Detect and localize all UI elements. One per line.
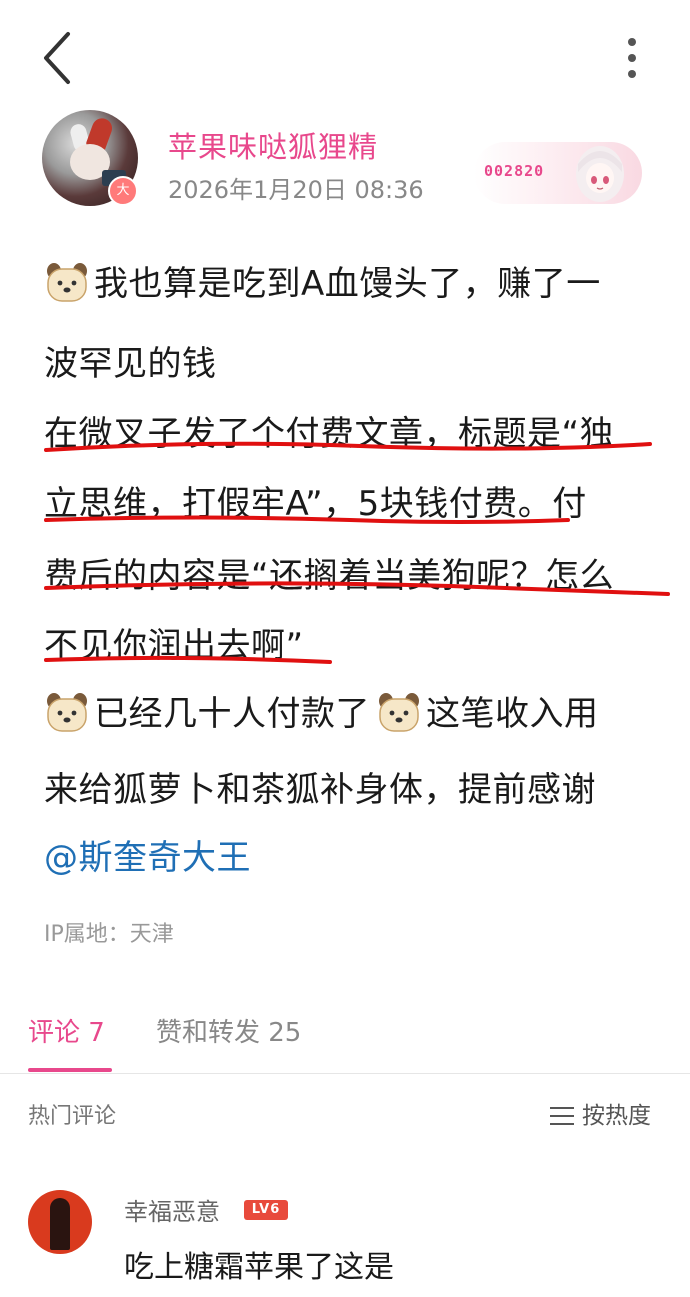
post-line-8: 来给狐萝卜和茶狐补身体，提前感谢 [44,770,596,810]
ip-location: IP属地：天津 [44,922,174,947]
post-line-5: 费后的内容是“还搁着当美狗呢？怎么 [44,556,615,596]
post-text: 这笔收入用 [426,694,599,734]
more-options-button[interactable] [612,30,652,86]
hot-comments-label: 热门评论 [28,1104,117,1129]
more-vertical-icon-dot [628,54,636,62]
active-tab-indicator [28,1068,112,1072]
commenter-name[interactable]: 幸福恶意 [124,1192,220,1227]
post-line-6: 不见你润出去啊” [44,626,304,666]
post-line-2: 波罕见的钱 [44,344,217,384]
more-vertical-icon [628,38,636,46]
top-bar [0,0,690,110]
comment-text: 吃上糖霜苹果了这是 [124,1250,394,1285]
divider [0,1073,690,1074]
post-line-3: 在微叉子发了个付费文章，标题是“独 [44,414,615,454]
post-text: 已经几十人付款了 [94,694,370,734]
dog-face-emoji-icon [47,693,87,732]
sort-by-hot-button[interactable]: 按热度 [550,1096,651,1130]
post-line-1: 我也算是吃到A血馒头了，赚了一 [44,256,601,305]
post-line-7: 已经几十人付款了 这笔收入用 [44,686,599,735]
dog-face-emoji-icon [47,263,87,302]
commenter-avatar[interactable] [28,1190,92,1254]
post-time: 2026年1月20日 08:36 [168,176,424,204]
sort-icon [550,1107,574,1125]
fan-badge[interactable]: 002820 [474,142,642,204]
anime-girl-icon [576,146,624,202]
chevron-left-icon [44,32,70,84]
more-vertical-icon-dot [628,70,636,78]
dog-face-emoji-icon [379,693,419,732]
post-tabs: 评论 7 赞和转发 25 [0,1000,690,1074]
fan-badge-number: 002820 [484,162,545,180]
sort-label: 按热度 [582,1103,651,1129]
user-level-badge: LV6 [244,1200,288,1220]
mention-link[interactable]: @斯奎奇大王 [44,830,251,879]
post-text: 我也算是吃到A血馒头了，赚了一 [94,264,601,304]
comment-item: 幸福恶意 LV6 吃上糖霜苹果了这是 [0,1180,690,1297]
tab-likes-reposts[interactable]: 赞和转发 25 [156,1012,301,1049]
author-name[interactable]: 苹果味哒狐狸精 [168,124,378,166]
tab-comments[interactable]: 评论 7 [28,1012,105,1049]
back-button[interactable] [36,28,84,88]
author-level-badge: 大 [108,176,138,206]
author-avatar[interactable]: 大 [42,110,142,210]
post-line-4: 立思维，打假牢A”，5块钱付费。付 [44,484,587,524]
